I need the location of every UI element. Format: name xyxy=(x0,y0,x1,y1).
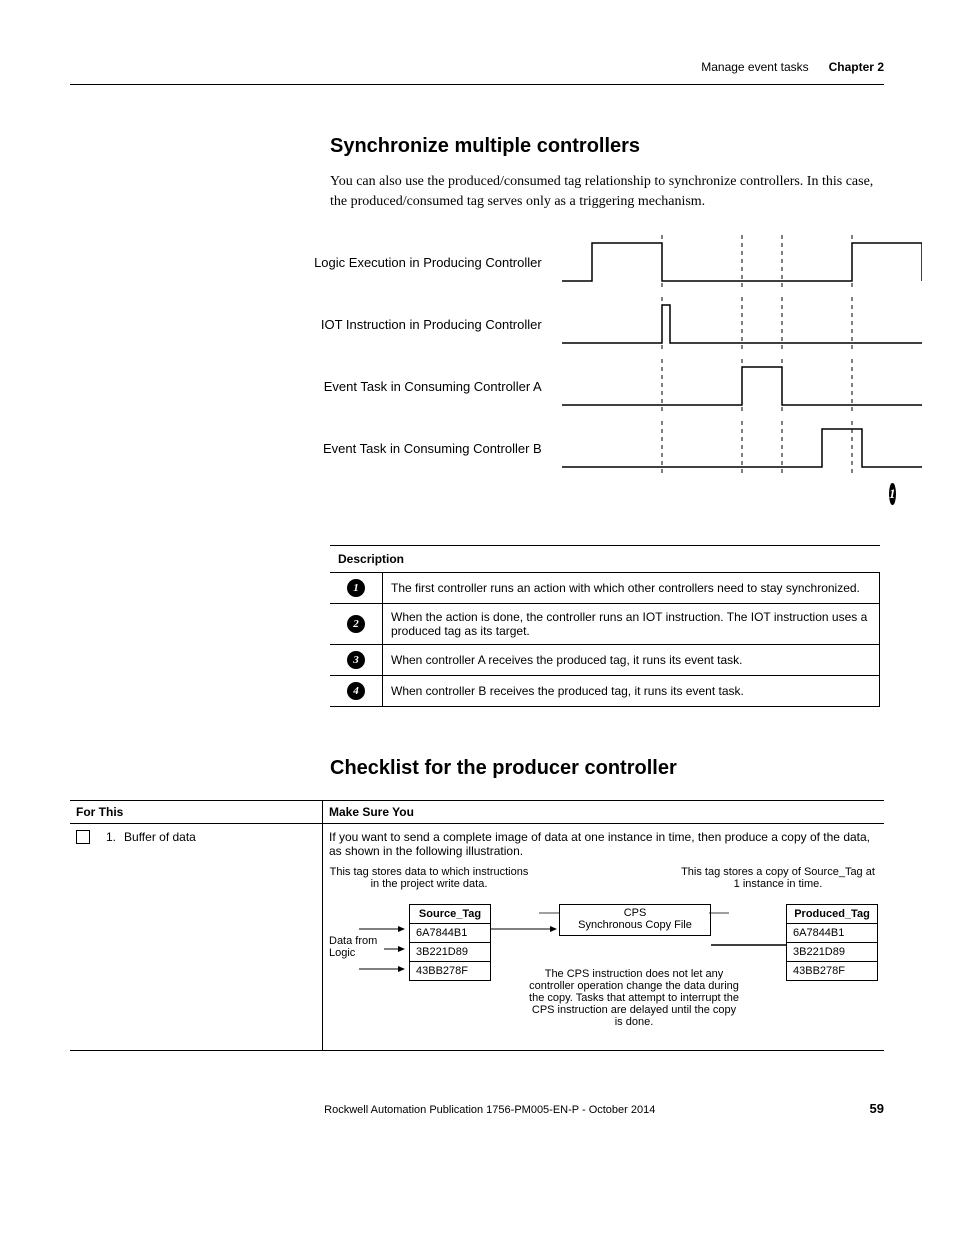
produced-tag-v1: 3B221D89 xyxy=(787,942,877,961)
callout-cell: 2 xyxy=(330,604,383,645)
timing-row: Logic Execution in Producing Controller xyxy=(300,231,884,293)
description-text: The first controller runs an action with… xyxy=(383,573,880,604)
table-row: 4 When controller B receives the produced… xyxy=(330,676,880,707)
timing-label: Event Task in Consuming Controller B xyxy=(300,441,562,456)
callout-circle: 2 xyxy=(347,615,365,633)
caption-left: This tag stores data to which instructio… xyxy=(329,866,529,890)
timing-diagram: Logic Execution in Producing Controller I… xyxy=(300,231,884,505)
checklist-forthis-cell: 1. Buffer of data xyxy=(70,824,323,1051)
checklist-item-num: 1. xyxy=(106,830,116,844)
cps-note: The CPS instruction does not let any con… xyxy=(529,968,739,1028)
callout-circle: 3 xyxy=(347,651,365,669)
checklist-item-text: If you want to send a complete image of … xyxy=(329,830,878,858)
checkbox-icon[interactable] xyxy=(76,830,90,844)
header-rule xyxy=(70,84,884,85)
table-row: 2 When the action is done, the controller… xyxy=(330,604,880,645)
timing-row: Event Task in Consuming Controller B xyxy=(300,417,884,479)
page: Manage event tasks Chapter 2 Synchronize… xyxy=(0,0,954,1156)
timing-label: Event Task in Consuming Controller A xyxy=(300,379,562,394)
checklist-header-forthis: For This xyxy=(70,801,323,824)
timing-waveform xyxy=(562,231,884,293)
header-chapter: Chapter 2 xyxy=(829,60,884,74)
source-tag-v0: 6A7844B1 xyxy=(410,923,490,942)
source-tag-v2: 43BB278F xyxy=(410,961,490,980)
desc-header: Description xyxy=(330,546,880,573)
callout-circle: 1 xyxy=(347,579,365,597)
checklist-makesure-cell: If you want to send a complete image of … xyxy=(323,824,885,1051)
section-body: You can also use the produced/consumed t… xyxy=(330,172,884,211)
callout-cell: 4 xyxy=(330,676,383,707)
footer: Rockwell Automation Publication 1756-PM0… xyxy=(70,1101,884,1116)
checklist-item-label: Buffer of data xyxy=(124,830,196,844)
footer-page-number: 59 xyxy=(870,1101,884,1116)
timing-label: IOT Instruction in Producing Controller xyxy=(300,317,562,332)
section-title: Synchronize multiple controllers xyxy=(330,135,884,158)
checklist-title: Checklist for the producer controller xyxy=(330,757,884,780)
table-row: 1 The first controller runs an action wit… xyxy=(330,573,880,604)
source-tag-title: Source_Tag xyxy=(410,905,490,923)
checklist-table: For This Make Sure You 1. Buffer of data… xyxy=(70,800,884,1051)
source-tag-v1: 3B221D89 xyxy=(410,942,490,961)
callout-circle: 4 xyxy=(347,682,365,700)
description-text: When controller A receives the produced … xyxy=(383,645,880,676)
timing-label: Logic Execution in Producing Controller xyxy=(300,255,562,270)
footer-publication: Rockwell Automation Publication 1756-PM0… xyxy=(110,1104,870,1116)
callout-cell: 3 xyxy=(330,645,383,676)
timing-row: Event Task in Consuming Controller A xyxy=(300,355,884,417)
timing-row: IOT Instruction in Producing Controller xyxy=(300,293,884,355)
callout-circle: 1 xyxy=(889,483,896,505)
description-text: When the action is done, the controller … xyxy=(383,604,880,645)
description-table: Description 1 The first controller runs a… xyxy=(330,545,880,707)
callout-cell: 1 xyxy=(330,573,383,604)
checklist-header-makesure: Make Sure You xyxy=(323,801,885,824)
cps-sub: Synchronous Copy File xyxy=(560,919,710,935)
produced-tag-title: Produced_Tag xyxy=(787,905,877,923)
cps-box: CPS Synchronous Copy File xyxy=(559,904,711,936)
cps-illustration: Data from Logic xyxy=(329,900,878,1040)
produced-tag-v2: 43BB278F xyxy=(787,961,877,980)
section-sync: Synchronize multiple controllers You can… xyxy=(330,135,884,211)
timing-waveform xyxy=(562,293,884,355)
source-tag-box: Source_Tag 6A7844B1 3B221D89 43BB278F xyxy=(409,904,491,981)
timing-waveform xyxy=(562,355,884,417)
running-header: Manage event tasks Chapter 2 xyxy=(70,60,884,74)
description-text: When controller B receives the produced … xyxy=(383,676,880,707)
checklist-section: Checklist for the producer controller Fo… xyxy=(70,757,884,1051)
produced-tag-box: Produced_Tag 6A7844B1 3B221D89 43BB278F xyxy=(786,904,878,981)
header-section: Manage event tasks xyxy=(701,60,808,74)
caption-right: This tag stores a copy of Source_Tag at … xyxy=(678,866,878,890)
produced-tag-v0: 6A7844B1 xyxy=(787,923,877,942)
table-row: 3 When controller A receives the produced… xyxy=(330,645,880,676)
timing-waveform xyxy=(562,417,884,479)
